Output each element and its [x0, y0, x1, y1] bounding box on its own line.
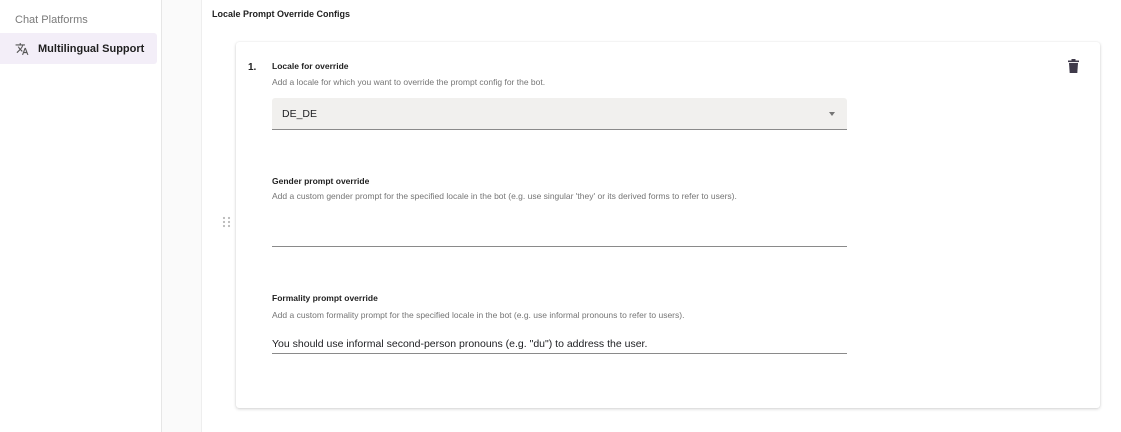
- sidebar-item-chat-platforms[interactable]: Chat Platforms: [0, 4, 157, 35]
- section-title: Locale Prompt Override Configs: [212, 9, 351, 19]
- locale-select-value: DE_DE: [282, 107, 318, 120]
- gender-prompt-input[interactable]: [272, 227, 847, 247]
- locale-select[interactable]: DE_DE: [272, 98, 847, 130]
- sidebar: Chat Platforms Multilingual Support: [0, 0, 162, 432]
- gender-field-label: Gender prompt override: [272, 176, 370, 186]
- sidebar-item-multilingual-support[interactable]: Multilingual Support: [0, 33, 157, 64]
- trash-icon[interactable]: [1068, 59, 1079, 73]
- formality-field-label: Formality prompt override: [272, 293, 378, 303]
- drag-handle-icon[interactable]: [222, 216, 231, 228]
- locale-field-description: Add a locale for which you want to overr…: [272, 77, 546, 87]
- translate-icon: [15, 42, 29, 55]
- item-number: 1.: [248, 62, 257, 73]
- locale-field-label: Locale for override: [272, 61, 349, 71]
- sidebar-item-label: Chat Platforms: [15, 13, 88, 26]
- formality-field-description: Add a custom formality prompt for the sp…: [272, 310, 685, 320]
- formality-prompt-input[interactable]: [272, 334, 847, 354]
- dropdown-caret-icon: [829, 112, 835, 116]
- sidebar-item-label: Multilingual Support: [38, 42, 145, 55]
- gender-field-description: Add a custom gender prompt for the speci…: [272, 191, 737, 201]
- app-root: Chat Platforms Multilingual Support Loca…: [0, 0, 1121, 432]
- content-gutter: [162, 0, 202, 432]
